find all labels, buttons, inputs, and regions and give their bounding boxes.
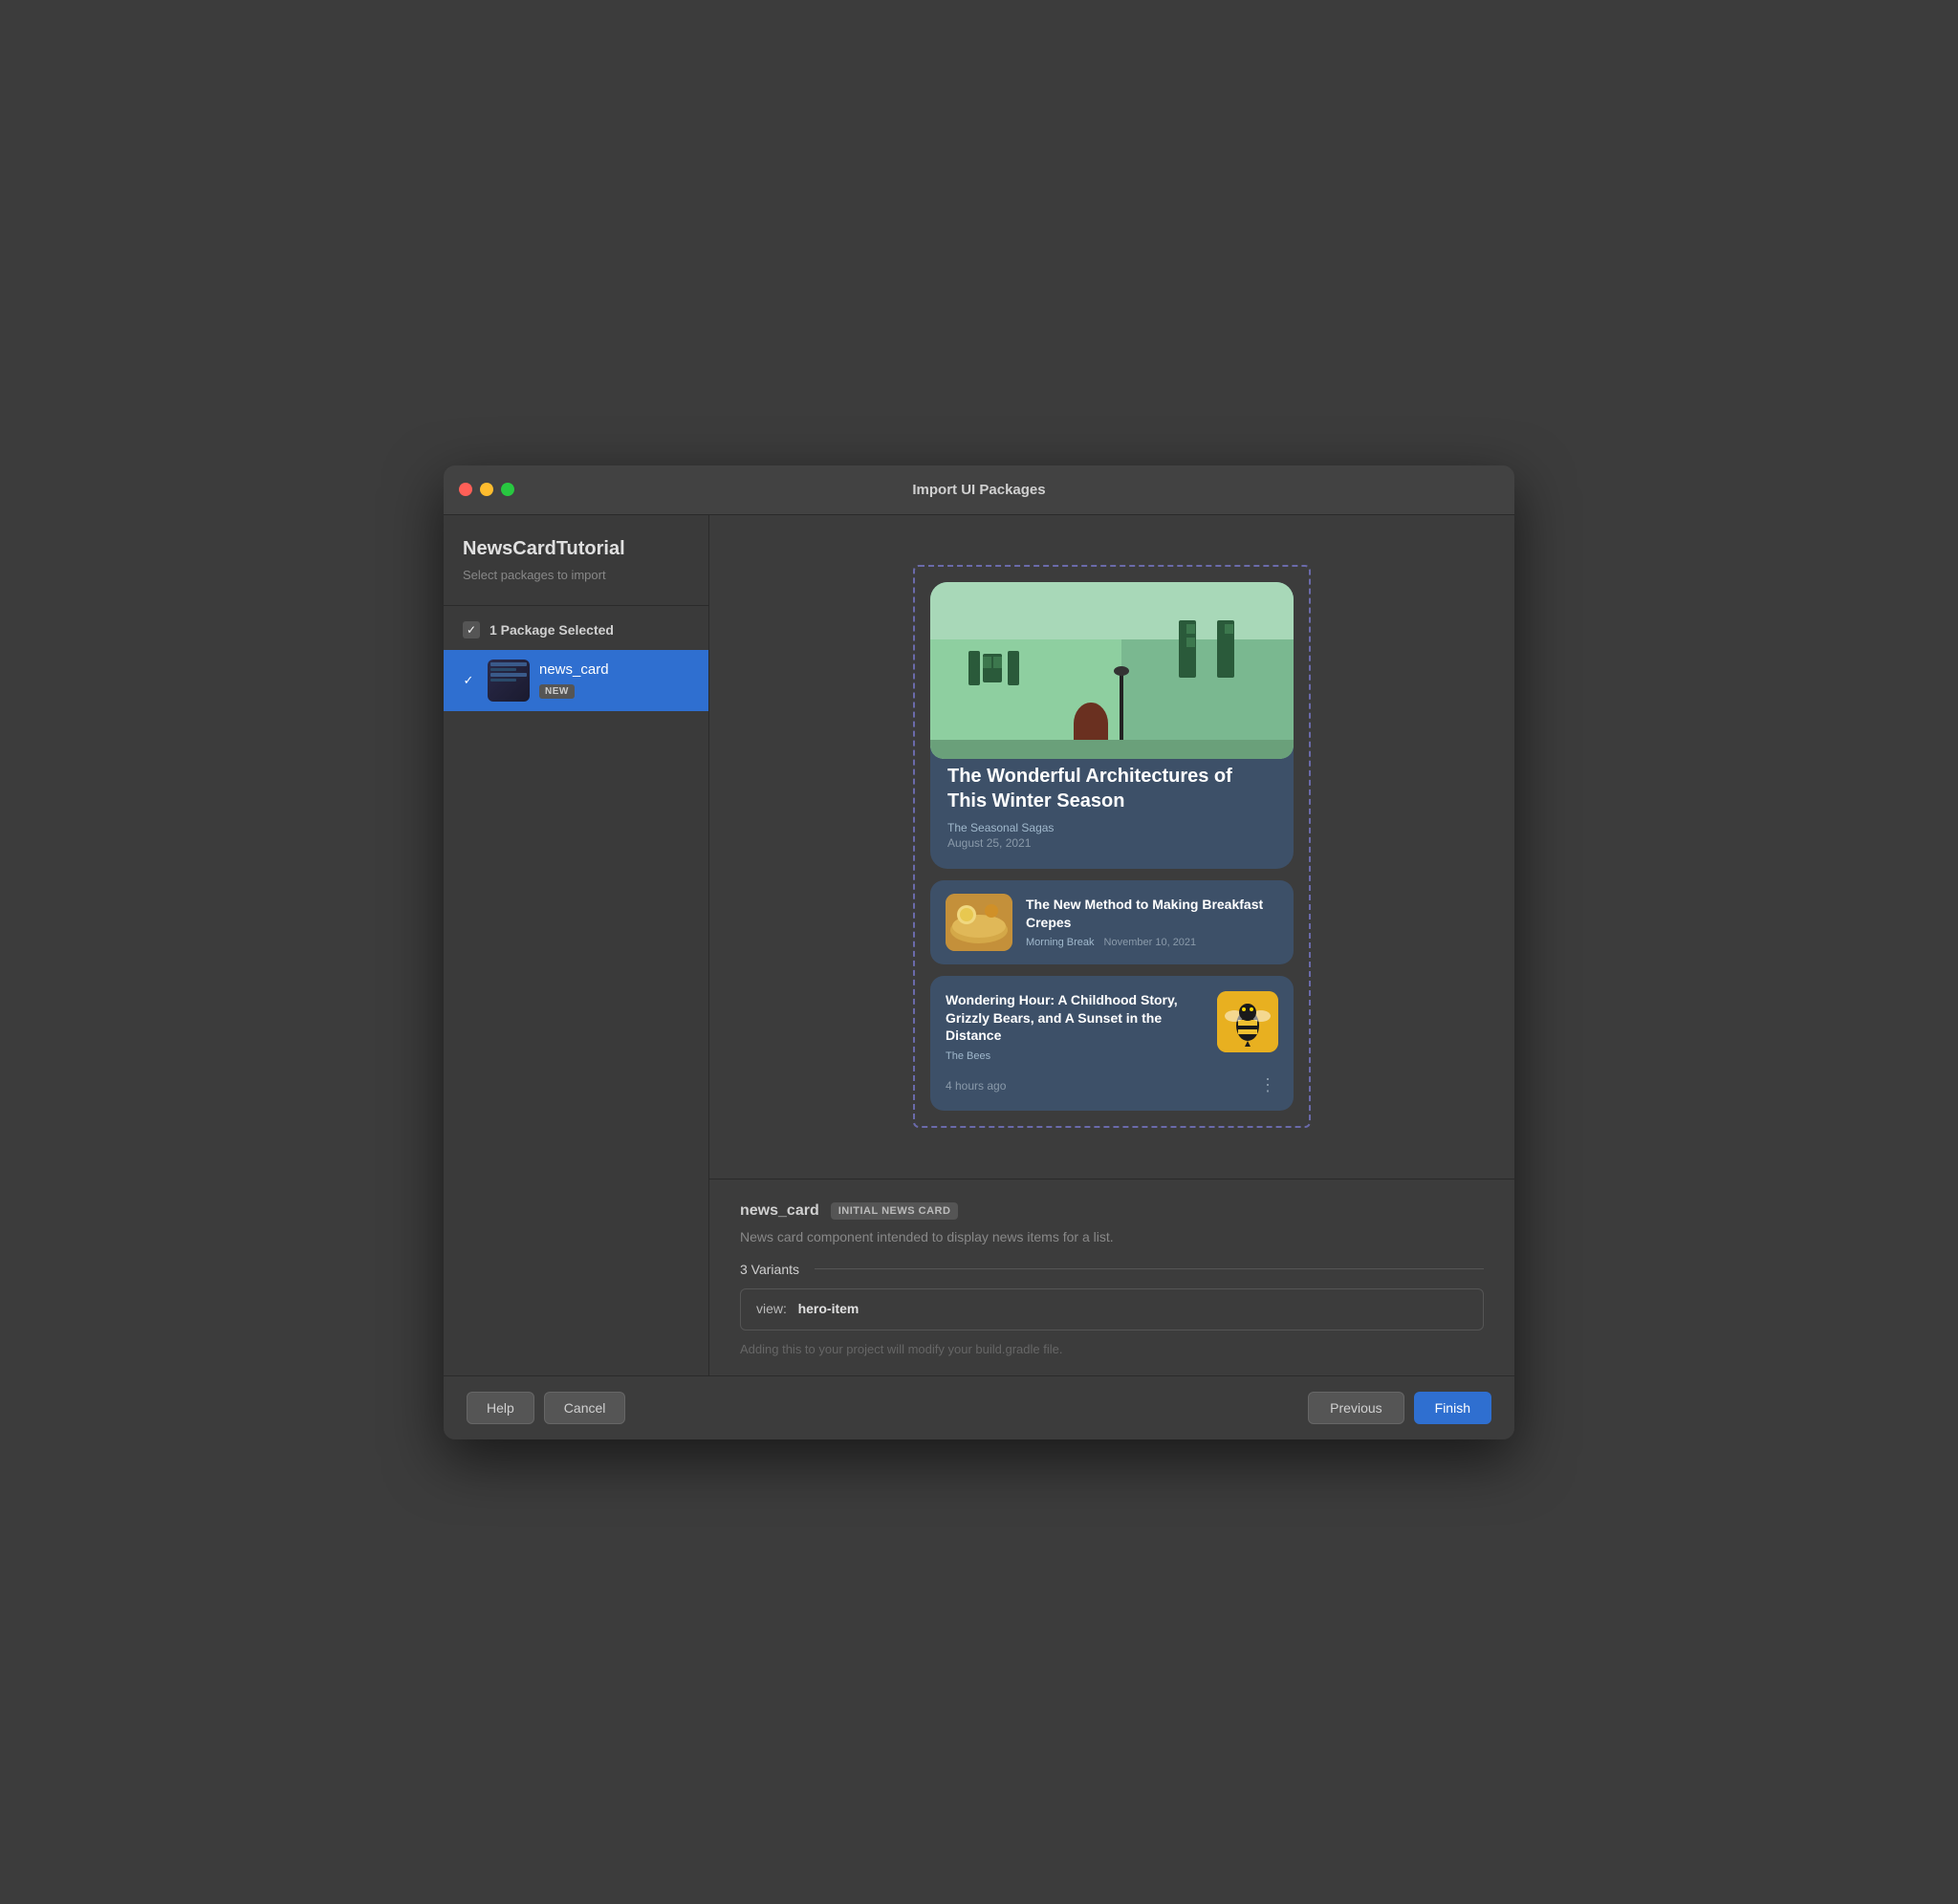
finish-button[interactable]: Finish	[1414, 1392, 1491, 1424]
thumb-line-3	[490, 673, 527, 677]
bottom-card-text: Wondering Hour: A Childhood Story, Grizz…	[946, 991, 1206, 1063]
variants-divider	[815, 1268, 1484, 1269]
preview-area: The Wonderful Architectures of This Wint…	[709, 515, 1514, 1179]
new-badge: NEW	[539, 684, 575, 699]
info-variants-row: 3 Variants	[740, 1262, 1484, 1277]
main-window: Import UI Packages NewsCardTutorial Sele…	[444, 465, 1514, 1439]
middle-card-thumbnail	[946, 894, 1012, 951]
variant-view-value: hero-item	[798, 1301, 859, 1316]
bottom-card: Wondering Hour: A Childhood Story, Grizz…	[930, 976, 1294, 1112]
bottom-card-time: 4 hours ago	[946, 1079, 1006, 1093]
item-info: news_card NEW	[539, 661, 693, 699]
package-selected-label: 1 Package Selected	[490, 622, 614, 638]
bottom-card-title: Wondering Hour: A Childhood Story, Grizz…	[946, 991, 1206, 1046]
variant-view-label: view: hero-item	[756, 1301, 859, 1316]
bottom-card-source: The Bees	[946, 1050, 1206, 1062]
hero-card-title: The Wonderful Architectures of This Wint…	[930, 764, 1294, 813]
project-name: NewsCardTutorial	[444, 538, 708, 560]
info-note: Adding this to your project will modify …	[740, 1342, 1484, 1356]
info-panel: news_card INITIAL NEWS CARD News card co…	[709, 1179, 1514, 1375]
footer-left: Help Cancel	[467, 1392, 625, 1424]
thumb-inner	[488, 660, 530, 702]
bottom-card-thumbnail	[1217, 991, 1278, 1052]
sidebar-item-news-card[interactable]: ✓ news_card NEW	[444, 650, 708, 711]
package-selected-row: ✓ 1 Package Selected	[444, 621, 708, 638]
window-controls	[459, 483, 514, 496]
middle-card-title: The New Method to Making Breakfast Crepe…	[1026, 896, 1278, 930]
thumb-line-4	[490, 679, 516, 682]
middle-card-source: Morning Break	[1026, 937, 1095, 948]
variants-label: 3 Variants	[740, 1262, 799, 1277]
item-name: news_card	[539, 661, 693, 678]
footer-right: Previous Finish	[1308, 1392, 1491, 1424]
hero-card: The Wonderful Architectures of This Wint…	[930, 582, 1294, 869]
middle-card-date: November 10, 2021	[1104, 937, 1197, 948]
thumb-line-2	[490, 668, 516, 671]
hero-image	[930, 582, 1294, 759]
info-tag: INITIAL NEWS CARD	[831, 1202, 959, 1220]
middle-card-meta: Morning Break November 10, 2021	[1026, 937, 1278, 948]
variant-label: view:	[756, 1301, 787, 1316]
footer: Help Cancel Previous Finish	[444, 1375, 1514, 1439]
main-panel: The Wonderful Architectures of This Wint…	[709, 515, 1514, 1375]
maximize-button[interactable]	[501, 483, 514, 496]
info-header: news_card INITIAL NEWS CARD	[740, 1202, 1484, 1220]
info-package-name: news_card	[740, 1202, 819, 1220]
hero-card-date: August 25, 2021	[930, 836, 1294, 850]
bottom-card-top: Wondering Hour: A Childhood Story, Grizz…	[946, 991, 1278, 1063]
titlebar: Import UI Packages	[444, 465, 1514, 515]
news-card-container: The Wonderful Architectures of This Wint…	[930, 582, 1294, 1112]
middle-card: The New Method to Making Breakfast Crepe…	[930, 880, 1294, 964]
window-title: Import UI Packages	[912, 482, 1045, 498]
more-options-icon[interactable]: ⋮	[1259, 1075, 1278, 1095]
cancel-button[interactable]: Cancel	[544, 1392, 626, 1424]
item-thumbnail	[488, 660, 530, 702]
hero-card-source: The Seasonal Sagas	[930, 821, 1294, 834]
package-selected-checkbox[interactable]: ✓	[463, 621, 480, 638]
previous-button[interactable]: Previous	[1308, 1392, 1403, 1424]
content-area: NewsCardTutorial Select packages to impo…	[444, 515, 1514, 1375]
minimize-button[interactable]	[480, 483, 493, 496]
help-button[interactable]: Help	[467, 1392, 534, 1424]
preview-dashed-border: The Wonderful Architectures of This Wint…	[913, 565, 1311, 1129]
info-variant-box: view: hero-item	[740, 1288, 1484, 1331]
close-button[interactable]	[459, 483, 472, 496]
sidebar: NewsCardTutorial Select packages to impo…	[444, 515, 709, 1375]
thumb-line-1	[490, 662, 527, 666]
bee-svg	[1217, 991, 1278, 1052]
crepe-svg	[946, 894, 1012, 951]
bottom-card-footer: 4 hours ago ⋮	[946, 1075, 1278, 1095]
middle-card-info: The New Method to Making Breakfast Crepe…	[1026, 896, 1278, 947]
sidebar-subtitle: Select packages to import	[444, 568, 708, 582]
info-description: News card component intended to display …	[740, 1229, 1484, 1244]
sidebar-divider	[444, 605, 708, 606]
item-check-icon: ✓	[459, 673, 478, 688]
